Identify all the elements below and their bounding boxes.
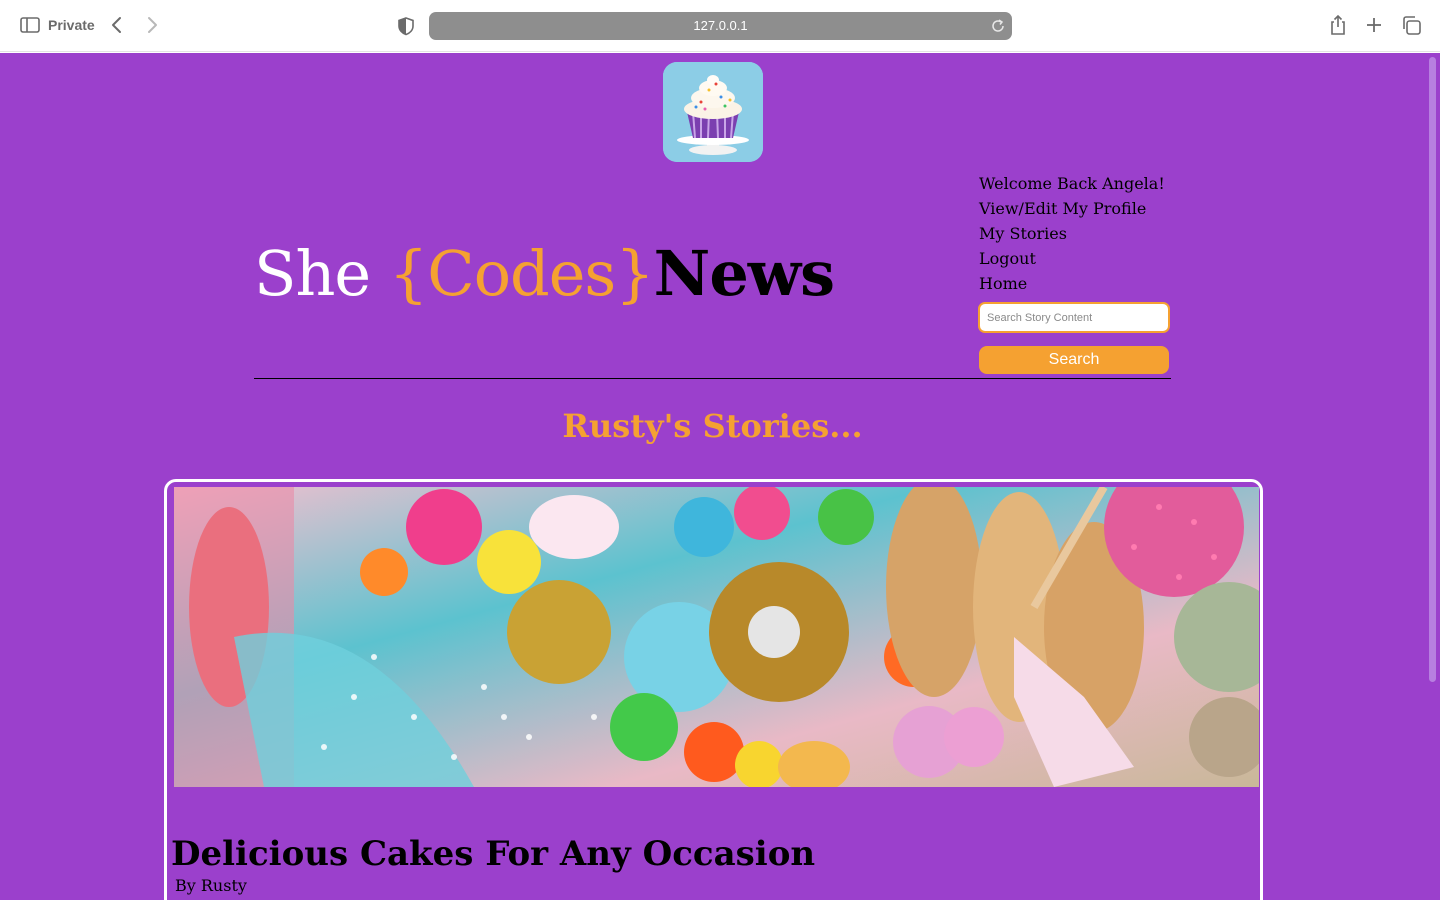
page-content: She {Codes}News Welcome Back Angela! Vie… (0, 53, 1440, 900)
nav-link-my-stories[interactable]: My Stories (979, 221, 1179, 246)
nav-link-logout[interactable]: Logout (979, 246, 1179, 271)
browser-toolbar: Private 127.0.0.1 (0, 0, 1440, 52)
story-image-candy[interactable] (174, 487, 1259, 787)
nav-link-profile[interactable]: View/Edit My Profile (979, 196, 1179, 221)
candy-image (174, 487, 1259, 787)
section-title: Rusty's Stories... (562, 407, 863, 445)
private-label: Private (48, 17, 95, 33)
nav-link-home[interactable]: Home (979, 271, 1179, 296)
sidebar-toggle-icon[interactable] (20, 16, 40, 34)
scrollbar[interactable] (1429, 57, 1436, 682)
back-icon[interactable] (108, 15, 126, 35)
new-tab-icon[interactable] (1364, 15, 1384, 35)
story-title[interactable]: Delicious Cakes For Any Occasion (171, 834, 815, 874)
story-card[interactable]: Delicious Cakes For Any Occasion By Rust… (164, 479, 1263, 900)
site-title-she: She (254, 237, 389, 310)
site-title: She {Codes}News (254, 237, 835, 310)
user-nav: Welcome Back Angela! View/Edit My Profil… (979, 171, 1179, 296)
reload-icon[interactable] (990, 18, 1006, 34)
story-author: By Rusty (175, 876, 247, 895)
search-input[interactable] (978, 302, 1170, 333)
site-title-news: News (653, 237, 835, 310)
cupcake-image (663, 62, 763, 162)
tab-overview-icon[interactable] (1401, 15, 1422, 36)
welcome-message: Welcome Back Angela! (979, 174, 1165, 193)
share-icon[interactable] (1328, 14, 1348, 36)
address-bar[interactable]: 127.0.0.1 (429, 12, 1012, 40)
header-divider (254, 378, 1171, 379)
url-text: 127.0.0.1 (693, 18, 748, 33)
search-button[interactable]: Search (979, 346, 1169, 374)
cupcake-logo[interactable] (663, 62, 763, 162)
site-title-codes: {Codes} (388, 237, 655, 310)
privacy-shield-icon[interactable] (397, 16, 415, 36)
forward-icon[interactable] (143, 15, 161, 35)
